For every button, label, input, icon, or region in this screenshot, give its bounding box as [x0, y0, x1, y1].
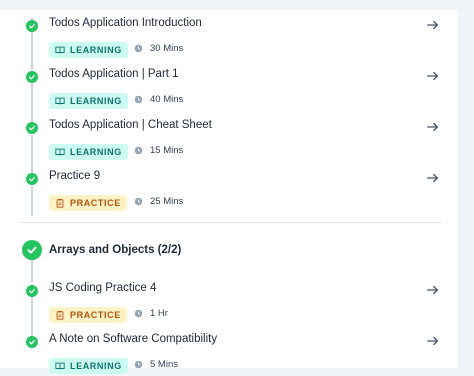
arrow-right-icon[interactable] — [424, 281, 442, 299]
book-icon — [55, 148, 65, 156]
duration-text: 1 Hr — [150, 308, 168, 319]
clock-icon — [134, 95, 143, 104]
badge-label: LEARNING — [70, 45, 122, 55]
item-title: A Note on Software Compatibility — [49, 333, 218, 345]
duration-text: 30 Mins — [150, 43, 184, 54]
section-title: Arrays and Objects (2/2) — [49, 244, 182, 256]
completed-check-icon — [26, 122, 38, 134]
clock-icon — [134, 146, 143, 155]
duration: 30 Mins — [134, 43, 183, 54]
duration-text: 40 Mins — [150, 94, 184, 105]
arrow-right-icon[interactable] — [424, 169, 442, 187]
clock-icon — [134, 309, 143, 318]
completed-check-icon — [26, 285, 38, 297]
list-item[interactable]: Practice 9 PRACTICE 25 Mins — [0, 167, 458, 213]
completed-check-icon — [26, 173, 38, 185]
section-complete-check-icon — [22, 240, 42, 260]
duration-text: 25 Mins — [150, 196, 184, 207]
item-title: Practice 9 — [49, 170, 101, 182]
learning-badge: LEARNING — [49, 358, 128, 374]
arrow-right-icon[interactable] — [424, 118, 442, 136]
list-item[interactable]: Todos Application Introduction LEARNING … — [0, 14, 458, 60]
list-item[interactable]: A Note on Software Compatibility LEARNIN… — [0, 330, 458, 376]
course-content-panel: Todos Application Introduction LEARNING … — [0, 10, 458, 374]
list-item[interactable]: Todos Application | Cheat Sheet LEARNING… — [0, 116, 458, 162]
duration: 15 Mins — [134, 145, 183, 156]
arrow-right-icon[interactable] — [424, 332, 442, 350]
badge-label: LEARNING — [70, 147, 122, 157]
badge-label: LEARNING — [70, 96, 122, 106]
clipboard-icon — [56, 198, 64, 208]
book-icon — [55, 97, 65, 105]
arrow-right-icon[interactable] — [424, 67, 442, 85]
item-title: Todos Application | Part 1 — [49, 68, 179, 80]
practice-badge: PRACTICE — [49, 195, 127, 211]
duration-text: 15 Mins — [150, 145, 184, 156]
clock-icon — [134, 44, 143, 53]
list-item[interactable]: Todos Application | Part 1 LEARNING 40 M… — [0, 65, 458, 111]
learning-badge: LEARNING — [49, 42, 128, 58]
duration: 25 Mins — [134, 196, 183, 207]
item-title: JS Coding Practice 4 — [49, 282, 157, 294]
book-icon — [55, 362, 65, 370]
clock-icon — [134, 197, 143, 206]
item-title: Todos Application | Cheat Sheet — [49, 119, 212, 131]
completed-check-icon — [26, 71, 38, 83]
completed-check-icon — [26, 20, 38, 32]
duration: 5 Mins — [134, 359, 178, 370]
duration: 40 Mins — [134, 94, 183, 105]
learning-badge: LEARNING — [49, 144, 128, 160]
book-icon — [55, 46, 65, 54]
learning-badge: LEARNING — [49, 93, 128, 109]
arrow-right-icon[interactable] — [424, 16, 442, 34]
section-divider — [20, 222, 442, 223]
badge-label: PRACTICE — [70, 198, 121, 208]
completed-check-icon — [26, 336, 38, 348]
clipboard-icon — [56, 310, 64, 320]
badge-label: PRACTICE — [70, 310, 121, 320]
item-title: Todos Application Introduction — [49, 17, 202, 29]
practice-badge: PRACTICE — [49, 307, 127, 323]
duration-text: 5 Mins — [150, 359, 178, 370]
badge-label: LEARNING — [70, 361, 122, 371]
duration: 1 Hr — [134, 308, 168, 319]
list-item[interactable]: JS Coding Practice 4 PRACTICE 1 Hr — [0, 279, 458, 325]
